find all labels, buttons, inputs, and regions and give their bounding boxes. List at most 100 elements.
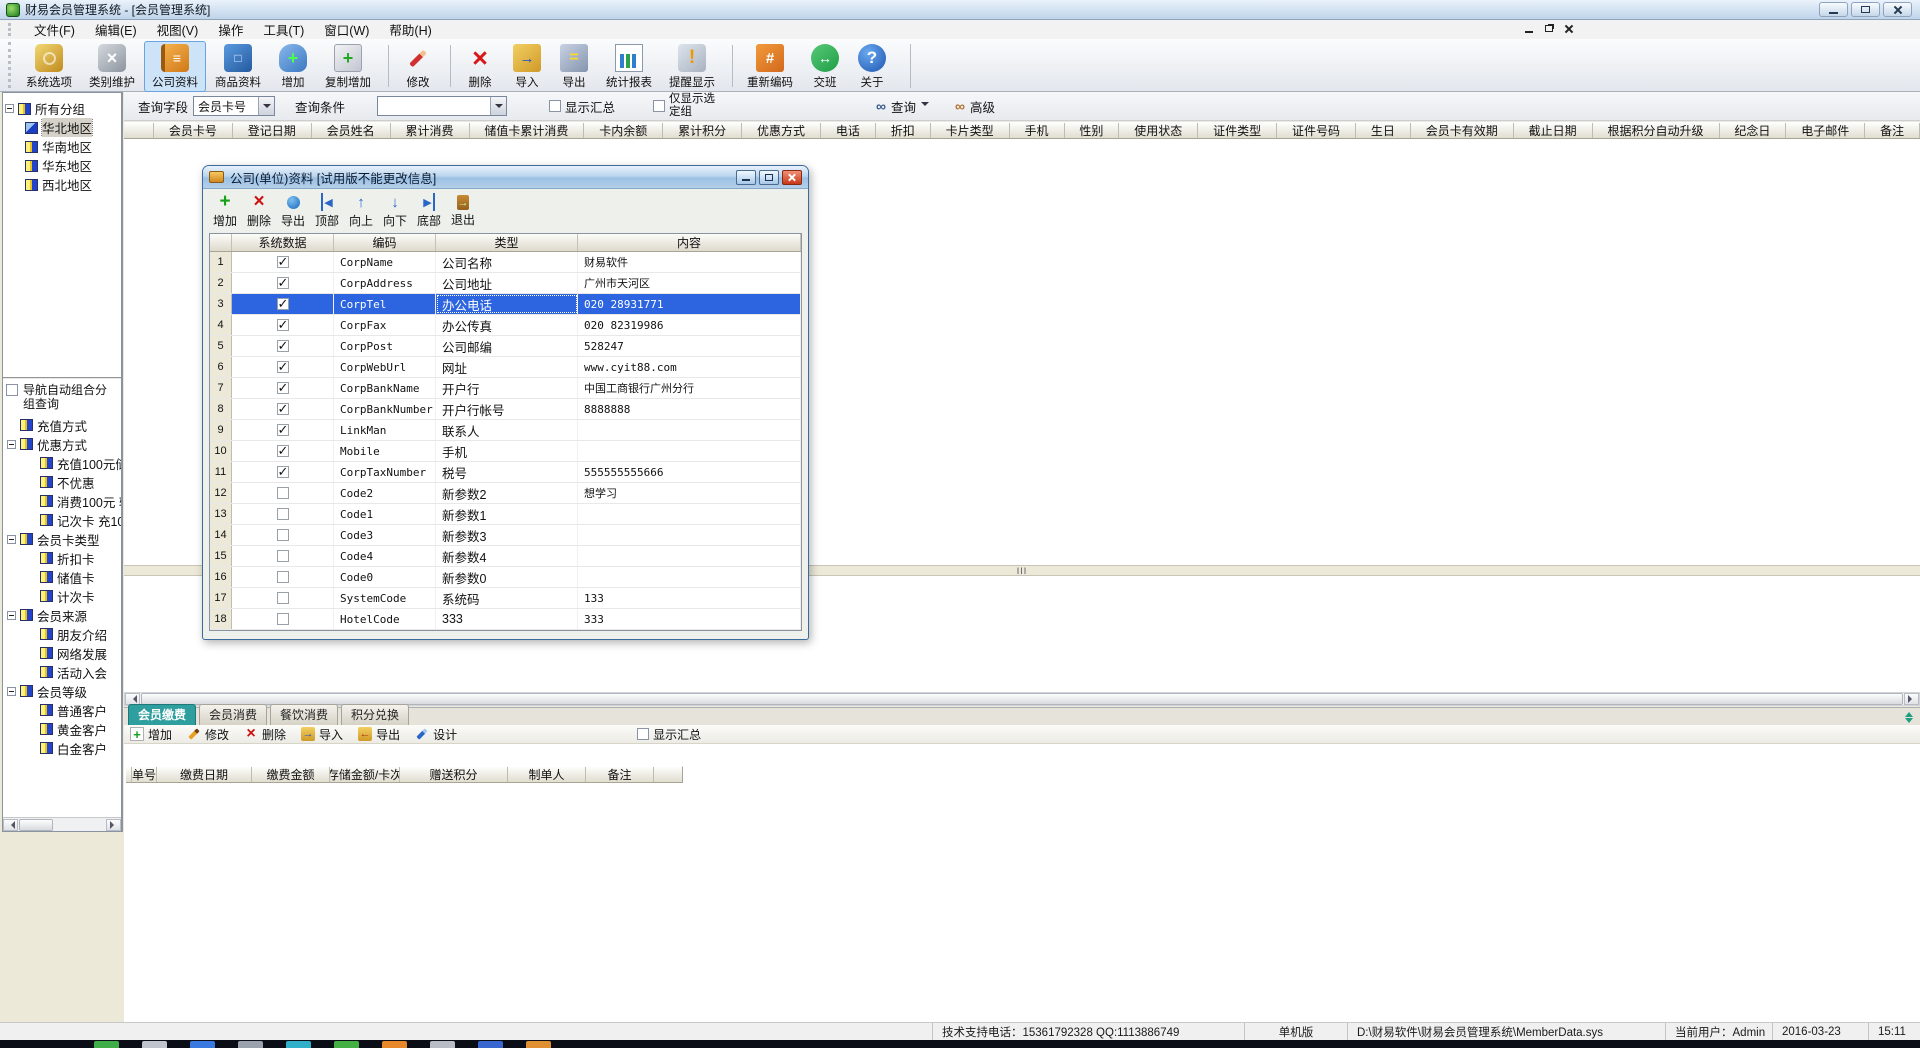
checkbox-icon[interactable]	[277, 529, 289, 541]
checkbox-icon[interactable]	[549, 100, 561, 112]
table-row[interactable]: 15 Code4 新参数4	[210, 546, 801, 567]
tree-item[interactable]: 网络发展	[27, 644, 121, 663]
system-data-cell[interactable]	[232, 546, 334, 566]
sidebar-horizontal-scrollbar[interactable]	[3, 817, 121, 831]
column-header[interactable]: 使用状态	[1119, 123, 1198, 138]
type-cell[interactable]: 联系人	[436, 420, 578, 440]
code-cell[interactable]: Code3	[334, 525, 436, 545]
taskbar-icon[interactable]	[478, 1041, 503, 1048]
code-cell[interactable]: CorpBankName	[334, 378, 436, 398]
system-data-cell[interactable]	[232, 504, 334, 524]
tree-item[interactable]: 储值卡	[27, 568, 121, 587]
dialog-minimize-button[interactable]	[736, 170, 756, 185]
table-row[interactable]: 1 CorpName 公司名称 财易软件	[210, 252, 801, 273]
collapse-icon[interactable]	[7, 535, 16, 544]
table-row[interactable]: 17 SystemCode 系统码 133	[210, 588, 801, 609]
detail-toolbar-button[interactable]: 设计	[415, 726, 457, 743]
column-header[interactable]: 单号	[132, 767, 157, 782]
content-cell[interactable]: 想学习	[578, 483, 801, 503]
table-row[interactable]: 2 CorpAddress 公司地址 广州市天河区	[210, 273, 801, 294]
toolbar-button[interactable]: 导出	[551, 41, 597, 92]
type-cell[interactable]: 新参数3	[436, 525, 578, 545]
window-maximize-button[interactable]	[1851, 2, 1880, 17]
menu-item[interactable]: 帮助(H)	[379, 18, 441, 41]
code-cell[interactable]: SystemCode	[334, 588, 436, 608]
system-data-cell[interactable]	[232, 483, 334, 503]
tab[interactable]: 积分兑换	[341, 704, 409, 725]
system-data-cell[interactable]	[232, 336, 334, 356]
content-cell[interactable]: 528247	[578, 336, 801, 356]
taskbar-icon[interactable]	[142, 1041, 167, 1048]
detail-toolbar-button[interactable]: 修改	[187, 726, 229, 743]
type-cell[interactable]: 公司邮编	[436, 336, 578, 356]
toolbar-button[interactable]: 交班	[802, 41, 848, 92]
toolbar-button[interactable]: 系统选项	[18, 41, 80, 92]
menu-item[interactable]: 操作	[208, 18, 253, 41]
table-row[interactable]: 13 Code1 新参数1	[210, 504, 801, 525]
detail-toolbar-button[interactable]: 删除	[244, 726, 286, 743]
type-cell[interactable]: 开户行帐号	[436, 399, 578, 419]
table-row[interactable]: 3 CorpTel 办公电话 020 28931771	[210, 294, 801, 315]
column-header[interactable]: 存储金额/卡次	[330, 767, 400, 782]
table-row[interactable]: 8 CorpBankNumber 开户行帐号 8888888	[210, 399, 801, 420]
menu-item[interactable]: 文件(F)	[24, 18, 85, 41]
tab[interactable]: 会员缴费	[128, 704, 196, 725]
checkbox-icon[interactable]	[277, 256, 289, 268]
column-header[interactable]: 根据积分自动升级	[1593, 123, 1720, 138]
mdi-restore-button[interactable]	[1542, 23, 1555, 34]
toolbar-button[interactable]: 关于	[849, 41, 895, 92]
toolbar-button[interactable]: 删除	[457, 41, 503, 92]
taskbar-icon[interactable]	[190, 1041, 215, 1048]
content-cell[interactable]	[578, 567, 801, 587]
collapse-icon[interactable]	[7, 687, 16, 696]
menu-item[interactable]: 编辑(E)	[85, 18, 147, 41]
system-data-cell[interactable]	[232, 357, 334, 377]
tree-item[interactable]: 会员等级	[7, 682, 121, 701]
scroll-right-button[interactable]	[106, 819, 121, 831]
tree-item[interactable]: 活动入会	[27, 663, 121, 682]
system-data-cell[interactable]	[232, 462, 334, 482]
system-data-cell[interactable]	[232, 525, 334, 545]
dialog-toolbar-button[interactable]: 底部	[413, 193, 445, 229]
detail-toolbar-button[interactable]: 导出	[358, 726, 400, 743]
dialog-toolbar-button[interactable]: 退出	[447, 193, 479, 228]
type-cell[interactable]: 税号	[436, 462, 578, 482]
toolbar-button[interactable]: 类别维护	[81, 41, 143, 92]
content-cell[interactable]: 555555555666	[578, 462, 801, 482]
table-row[interactable]: 4 CorpFax 办公传真 020 82319986	[210, 315, 801, 336]
column-header[interactable]: 证件类型	[1198, 123, 1277, 138]
column-header[interactable]: 生日	[1356, 123, 1411, 138]
content-cell[interactable]: www.cyit88.com	[578, 357, 801, 377]
dialog-toolbar-button[interactable]: 删除	[243, 193, 275, 229]
code-cell[interactable]: Code2	[334, 483, 436, 503]
scrollbar-thumb[interactable]	[19, 819, 53, 831]
type-cell[interactable]: 网址	[436, 357, 578, 377]
tree-item-region[interactable]: 华南地区	[25, 137, 119, 156]
dialog-toolbar-button[interactable]: 导出	[277, 193, 309, 229]
checkbox-icon[interactable]	[277, 424, 289, 436]
code-cell[interactable]: CorpName	[334, 252, 436, 272]
table-row[interactable]: 6 CorpWebUrl 网址 www.cyit88.com	[210, 357, 801, 378]
system-data-cell[interactable]	[232, 273, 334, 293]
code-cell[interactable]: CorpPost	[334, 336, 436, 356]
checkbox-icon[interactable]	[277, 550, 289, 562]
detail-toolbar-button[interactable]: 导入	[301, 726, 343, 743]
code-cell[interactable]: Code0	[334, 567, 436, 587]
system-data-cell[interactable]	[232, 294, 334, 314]
code-cell[interactable]: LinkMan	[334, 420, 436, 440]
system-data-cell[interactable]	[232, 399, 334, 419]
content-cell[interactable]: 财易软件	[578, 252, 801, 272]
tree-item[interactable]: 不优惠	[27, 473, 121, 492]
dialog-maximize-button[interactable]	[759, 170, 779, 185]
code-cell[interactable]: Mobile	[334, 441, 436, 461]
code-cell[interactable]: Code4	[334, 546, 436, 566]
tab[interactable]: 会员消费	[199, 704, 267, 725]
dialog-toolbar-button[interactable]: 向上	[345, 193, 377, 229]
code-cell[interactable]: CorpAddress	[334, 273, 436, 293]
table-row[interactable]: 9 LinkMan 联系人	[210, 420, 801, 441]
code-cell[interactable]: Code1	[334, 504, 436, 524]
dialog-close-button[interactable]	[782, 170, 802, 185]
checkbox-icon[interactable]	[277, 361, 289, 373]
tree-item[interactable]: 会员卡类型	[7, 530, 121, 549]
tree-item[interactable]: 白金客户	[27, 739, 121, 758]
